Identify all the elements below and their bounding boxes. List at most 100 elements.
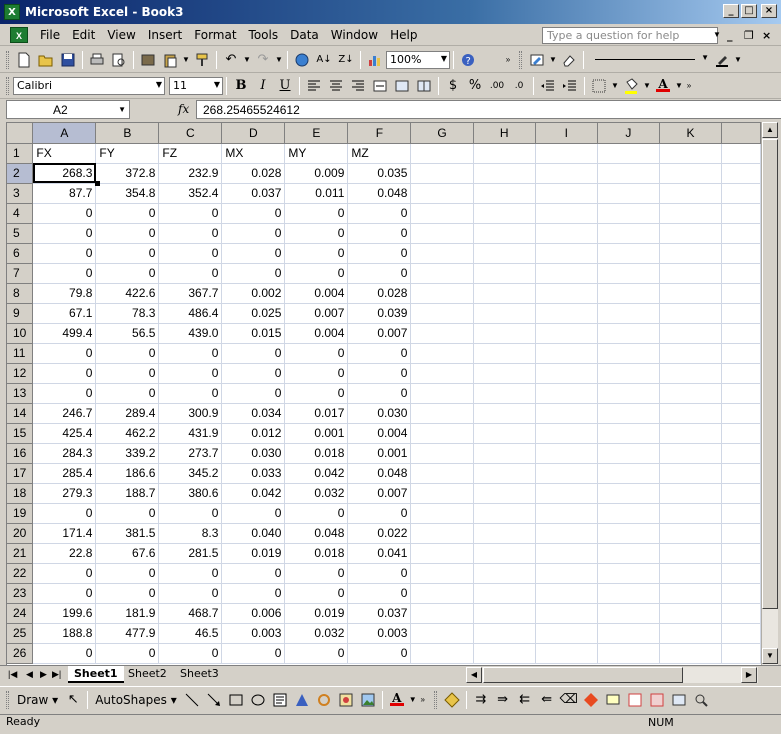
cell[interactable]: 0: [158, 563, 223, 584]
menu-file[interactable]: File: [34, 28, 66, 42]
cell[interactable]: 0: [284, 243, 349, 264]
cell[interactable]: 181.9: [95, 603, 160, 624]
cell[interactable]: [410, 143, 474, 164]
column-header[interactable]: H: [473, 123, 536, 144]
cell[interactable]: 0: [221, 383, 286, 404]
cell[interactable]: 0: [32, 503, 97, 524]
cell[interactable]: 0.048: [347, 463, 412, 484]
cell[interactable]: 0: [221, 583, 286, 604]
cell[interactable]: [721, 163, 761, 184]
cell[interactable]: 0: [347, 643, 412, 664]
cell[interactable]: 0: [158, 503, 223, 524]
cell[interactable]: [473, 143, 536, 164]
cell[interactable]: [473, 303, 536, 324]
cell[interactable]: [659, 223, 723, 244]
merge-cells-icon[interactable]: [391, 75, 413, 97]
cell[interactable]: MY: [284, 143, 349, 164]
remove-precedent-arrows-icon[interactable]: ⇛: [492, 689, 514, 711]
cell[interactable]: [410, 503, 474, 524]
cell[interactable]: [597, 523, 660, 544]
column-header[interactable]: D: [221, 123, 286, 144]
cell[interactable]: 0: [284, 583, 349, 604]
cell[interactable]: 372.8: [95, 163, 160, 184]
cell[interactable]: 367.7: [158, 283, 223, 304]
next-sheet-icon[interactable]: ▶: [40, 669, 47, 680]
last-sheet-icon[interactable]: ▶|: [52, 669, 61, 680]
cell[interactable]: [535, 423, 598, 444]
cell[interactable]: 78.3: [95, 303, 160, 324]
insert-picture-icon[interactable]: [357, 689, 379, 711]
hyperlink-icon[interactable]: [291, 49, 313, 71]
cell[interactable]: 477.9: [95, 623, 160, 644]
cell[interactable]: 0: [158, 383, 223, 404]
cell[interactable]: [721, 403, 761, 424]
cell[interactable]: 188.8: [32, 623, 97, 644]
align-center-icon[interactable]: [325, 75, 347, 97]
workbook-icon[interactable]: X: [10, 26, 28, 43]
cell[interactable]: 0.042: [284, 463, 349, 484]
research-icon[interactable]: [137, 49, 159, 71]
cell[interactable]: [721, 643, 761, 664]
cell[interactable]: FX: [32, 143, 97, 164]
eraser-icon[interactable]: [558, 49, 580, 71]
cell[interactable]: [721, 363, 761, 384]
cell[interactable]: 0.002: [221, 283, 286, 304]
open-icon[interactable]: [35, 49, 57, 71]
cell[interactable]: 0.001: [284, 423, 349, 444]
cell[interactable]: [410, 563, 474, 584]
horizontal-scrollbar[interactable]: ◀ ▶: [466, 667, 758, 683]
cell[interactable]: 0: [158, 223, 223, 244]
cell[interactable]: 0: [284, 223, 349, 244]
cell[interactable]: 0.041: [347, 543, 412, 564]
cell[interactable]: [659, 363, 723, 384]
arrow-icon[interactable]: [203, 689, 225, 711]
cell[interactable]: 0: [284, 503, 349, 524]
cell[interactable]: 0: [32, 263, 97, 284]
line-style-combo[interactable]: ▼: [591, 51, 711, 69]
sort-descending-icon[interactable]: Z↓: [335, 49, 357, 71]
cell[interactable]: 0: [158, 343, 223, 364]
menu-data[interactable]: Data: [284, 28, 325, 42]
cell[interactable]: [410, 323, 474, 344]
cell[interactable]: 0.028: [347, 283, 412, 304]
remove-all-arrows-icon[interactable]: ⌫: [558, 689, 580, 711]
cell[interactable]: 0: [284, 643, 349, 664]
scroll-right-icon[interactable]: ▶: [741, 667, 757, 683]
cell[interactable]: [659, 403, 723, 424]
cell[interactable]: 0: [158, 203, 223, 224]
cell[interactable]: 67.1: [32, 303, 97, 324]
row-header[interactable]: 24: [7, 603, 34, 624]
cell[interactable]: [597, 503, 660, 524]
row-header[interactable]: 17: [7, 463, 34, 484]
cell[interactable]: 339.2: [95, 443, 160, 464]
cell[interactable]: [473, 363, 536, 384]
menu-help[interactable]: Help: [384, 28, 423, 42]
row-header[interactable]: 14: [7, 403, 34, 424]
cell[interactable]: 0.019: [221, 543, 286, 564]
row-header[interactable]: 4: [7, 203, 34, 224]
cell[interactable]: [659, 303, 723, 324]
cell[interactable]: [597, 263, 660, 284]
cell[interactable]: [535, 643, 598, 664]
cell[interactable]: [721, 263, 761, 284]
cell[interactable]: 499.4: [32, 323, 97, 344]
trace-dependents-icon[interactable]: ⇇: [514, 689, 536, 711]
cell[interactable]: 0: [158, 263, 223, 284]
cell[interactable]: 0: [347, 223, 412, 244]
cell[interactable]: 0: [221, 223, 286, 244]
insert-function-icon[interactable]: fx: [178, 102, 189, 116]
cell[interactable]: FZ: [158, 143, 223, 164]
cell[interactable]: 0: [158, 243, 223, 264]
cell[interactable]: 468.7: [158, 603, 223, 624]
row-header[interactable]: 22: [7, 563, 34, 584]
new-comment-icon[interactable]: [602, 689, 624, 711]
percent-button[interactable]: %: [464, 75, 486, 97]
cell[interactable]: 0.030: [221, 443, 286, 464]
column-header[interactable]: K: [659, 123, 723, 144]
cell[interactable]: [535, 363, 598, 384]
cell[interactable]: 0: [95, 363, 160, 384]
cell[interactable]: 0: [158, 583, 223, 604]
bold-button[interactable]: B: [230, 75, 252, 97]
redo-dropdown-icon[interactable]: ▼: [274, 55, 284, 64]
cell[interactable]: 0.015: [221, 323, 286, 344]
